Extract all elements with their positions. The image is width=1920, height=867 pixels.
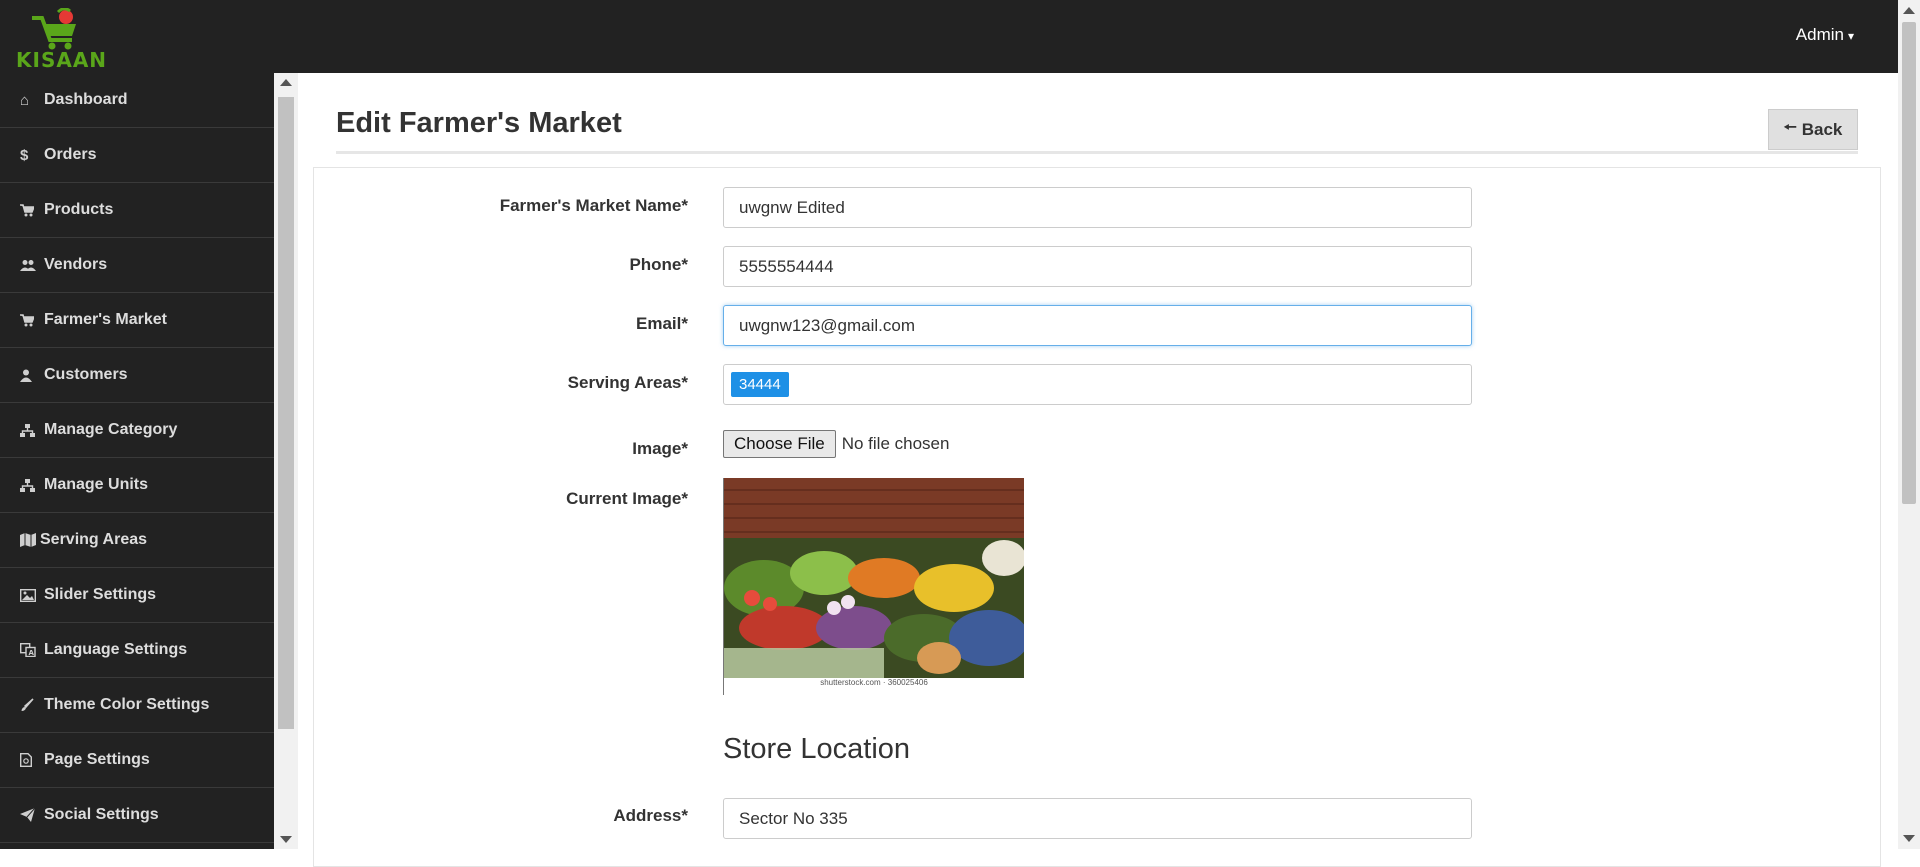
sidebar-item-vendors[interactable]: Vendors [0,238,274,293]
svg-text:A: A [29,649,35,657]
user-icon [20,369,44,382]
sidebar-item-products[interactable]: Products [0,183,274,238]
vegetables-photo [724,478,1024,678]
store-location-heading: Store Location [723,733,911,765]
sidebar-item-serving-areas[interactable]: Serving Areas [0,513,274,568]
sidebar-scroll-thumb[interactable] [278,97,294,729]
address-input[interactable] [723,798,1472,839]
sidebar-item-label: Theme Color Settings [44,696,210,713]
sidebar-item-label: Customers [44,366,128,383]
sidebar-item-slider-settings[interactable]: Slider Settings [0,568,274,623]
brand-name: KISAAN [16,48,108,72]
sidebar-item-page-settings[interactable]: Page Settings [0,733,274,788]
no-file-text: No file chosen [841,434,950,453]
phone-input[interactable] [723,246,1472,287]
page-title: Edit Farmer's Market [336,107,622,139]
admin-menu[interactable]: Admin ▾ [1796,25,1854,45]
sidebar-item-label: Vendors [44,256,108,273]
scroll-down-arrow-icon[interactable] [1903,835,1915,842]
admin-label: Admin [1795,25,1844,44]
chevron-down-icon: ▾ [1847,29,1854,43]
sidebar-item-label: Language Settings [44,641,188,658]
scroll-down-arrow-icon[interactable] [280,836,292,843]
sidebar-item-label: Farmer's Market [44,311,167,328]
cart-icon [20,313,44,327]
sidebar-item-label: Social Settings [44,806,159,823]
sidebar-item-manage-units[interactable]: Manage Units [0,458,274,513]
market-name-input[interactable] [723,187,1472,228]
sidebar-item-label: Products [44,201,114,218]
sidebar-item-orders[interactable]: $ Orders [0,128,274,183]
users-icon [20,259,44,272]
sidebar-item-label: Orders [44,146,97,163]
send-icon [20,808,44,822]
current-image-label: Current Image* [566,489,688,508]
choose-file-button[interactable]: Choose File [723,430,836,458]
arrow-left-icon: 🠔 [1783,119,1797,136]
name-label: Farmer's Market Name* [499,196,688,215]
sidebar-item-dashboard[interactable]: ⌂ Dashboard [0,73,274,128]
image-icon [20,588,44,602]
sidebar-item-label: Serving Areas [40,531,148,548]
address-label: Address* [613,806,688,825]
serving-areas-tag-input[interactable]: 34444 [723,364,1472,405]
sidebar-item-farmers-market[interactable]: Farmer's Market [0,293,274,348]
sidebar-item-label: Manage Units [44,476,149,493]
back-button[interactable]: 🠔 Back [1768,109,1858,150]
back-button-label: Back [1801,119,1843,139]
language-icon: A [20,643,44,657]
sidebar-item-customers[interactable]: Customers [0,348,274,403]
scroll-up-arrow-icon[interactable] [1903,7,1915,14]
page-scrollbar[interactable] [1898,0,1920,849]
email-label: Email* [636,314,688,333]
dollar-icon: $ [20,146,29,164]
home-icon: ⌂ [20,91,30,109]
sitemap-icon [20,478,44,492]
image-credit: shutterstock.com · 360025406 [820,678,928,687]
top-navbar: KISAAN Admin ▾ [0,0,1898,73]
sidebar-item-label: Dashboard [44,91,128,108]
sidebar-item-label: Manage Category [44,421,178,438]
kisaan-logo[interactable]: KISAAN [14,8,112,72]
sidebar-item-language-settings[interactable]: A Language Settings [0,623,274,678]
sidebar-item-social-settings[interactable]: Social Settings [0,788,274,843]
sidebar-item-theme-color-settings[interactable]: Theme Color Settings [0,678,274,733]
sitemap-icon [20,423,44,437]
sidebar-scrollbar[interactable] [274,73,298,849]
image-label: Image* [632,439,688,458]
phone-label: Phone* [629,255,688,274]
serving-area-tag[interactable]: 34444 [731,372,789,397]
image-file-input: Choose File No file chosen [723,430,949,458]
email-input[interactable] [723,305,1472,346]
sidebar: ⌂ Dashboard $ Orders Products Vendors Farm… [0,73,274,849]
map-icon [20,533,40,547]
cart-logo-icon [32,8,76,50]
page-icon [20,753,44,767]
sidebar-item-label: Slider Settings [44,586,157,603]
page-scroll-thumb[interactable] [1902,22,1916,504]
current-image: shutterstock.com · 360025406 [723,478,1024,695]
brush-icon [20,698,44,712]
sidebar-item-manage-category[interactable]: Manage Category [0,403,274,458]
scroll-up-arrow-icon[interactable] [280,79,292,86]
cart-icon [20,203,44,217]
sidebar-item-label: Page Settings [44,751,150,768]
title-divider [336,151,1858,154]
serving-areas-label: Serving Areas* [567,373,688,392]
